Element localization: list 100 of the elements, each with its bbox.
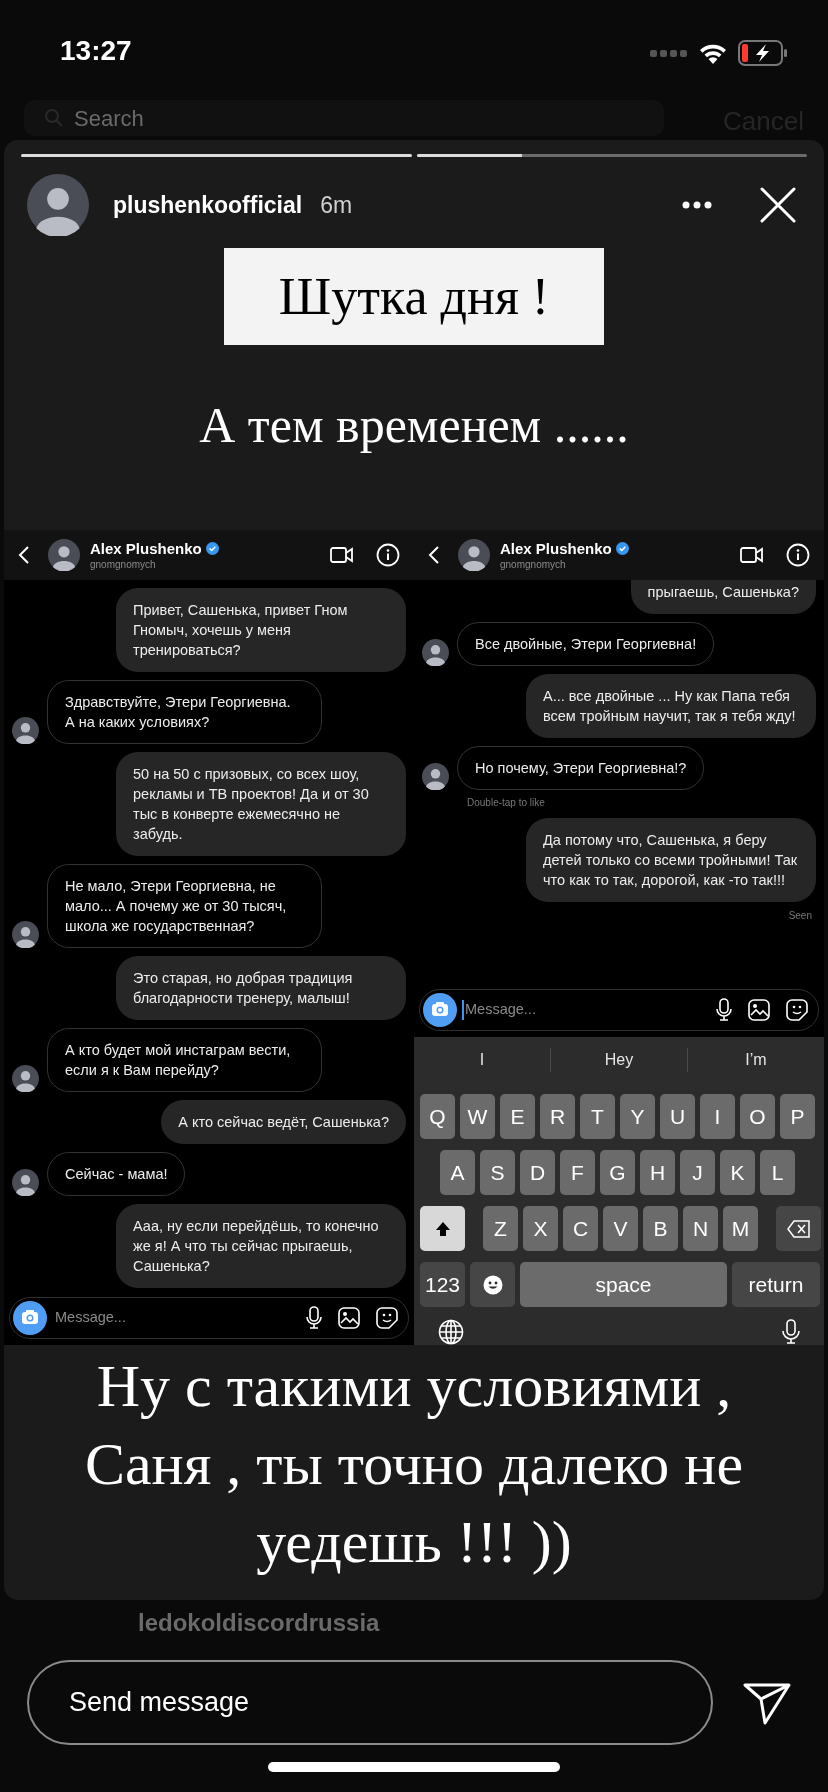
message-bubble: А кто сейчас ведёт, Сашенька? bbox=[161, 1100, 406, 1144]
keyboard-key[interactable]: Y bbox=[620, 1094, 655, 1139]
back-icon[interactable] bbox=[428, 545, 440, 565]
emoji-key[interactable] bbox=[470, 1262, 515, 1307]
subtitle-text: А тем временем ...... bbox=[198, 396, 630, 455]
more-icon[interactable] bbox=[682, 201, 712, 209]
camera-icon[interactable] bbox=[13, 1301, 47, 1335]
keyboard-key[interactable]: X bbox=[523, 1206, 558, 1251]
microphone-icon[interactable] bbox=[306, 1306, 322, 1330]
keyboard-key[interactable]: P bbox=[780, 1094, 815, 1139]
info-icon[interactable] bbox=[376, 543, 400, 567]
back-icon[interactable] bbox=[18, 545, 30, 565]
message-bubble: 50 на 50 с призовых, со всех шоу, рекламы и ТВ проектов! Да и от 30 тыс в конверте ежемесячно не забудь. bbox=[116, 752, 406, 856]
image-icon[interactable] bbox=[748, 999, 770, 1021]
title-label: Шутка дня ! bbox=[224, 248, 604, 345]
message-bubble: Привет, Сашенька, привет Гном Гномыч, хочешь у меня тренироваться? bbox=[116, 588, 406, 672]
info-icon[interactable] bbox=[786, 543, 810, 567]
avatar bbox=[27, 174, 89, 236]
contact-name: Alex Plushenko bbox=[500, 539, 612, 558]
video-call-icon[interactable] bbox=[330, 546, 354, 564]
image-icon[interactable] bbox=[338, 1307, 360, 1329]
message-bubble: прыгаешь, Сашенька? bbox=[630, 580, 816, 614]
keyboard-key[interactable]: A bbox=[440, 1150, 475, 1195]
sticker-icon[interactable] bbox=[376, 1307, 398, 1329]
video-call-icon[interactable] bbox=[740, 546, 764, 564]
wifi-icon bbox=[698, 42, 728, 64]
battery-icon bbox=[738, 40, 788, 66]
message-bubble: Здравствуйте, Этери Георгиевна. А на каких условиях? bbox=[47, 680, 322, 744]
suggestion[interactable]: I’m bbox=[745, 1048, 767, 1072]
keyboard-key[interactable]: H bbox=[640, 1150, 675, 1195]
avatar bbox=[422, 763, 449, 790]
message-input[interactable]: Message... bbox=[55, 1307, 306, 1329]
status-time: 13:27 bbox=[60, 34, 132, 68]
suggestion[interactable]: Hey bbox=[604, 1048, 634, 1072]
message-bubble: Все двойные, Этери Георгиевна! bbox=[457, 622, 715, 666]
microphone-icon[interactable] bbox=[782, 1319, 800, 1345]
send-message-field[interactable]: Send message bbox=[27, 1660, 713, 1745]
message-bubble: Но почему, Этери Георгиевна!? bbox=[457, 746, 705, 790]
keyboard-key[interactable]: V bbox=[603, 1206, 638, 1251]
username-text: ledokoldiscordrussia bbox=[138, 1608, 380, 1638]
search-placeholder: Search bbox=[74, 104, 144, 133]
keyboard-key[interactable]: T bbox=[580, 1094, 615, 1139]
avatar bbox=[12, 717, 39, 744]
avatar bbox=[422, 639, 449, 666]
avatar bbox=[12, 1065, 39, 1092]
shift-key[interactable] bbox=[420, 1206, 465, 1251]
microphone-icon[interactable] bbox=[716, 998, 732, 1022]
keyboard-key[interactable]: E bbox=[500, 1094, 535, 1139]
message-bubble: Это старая, но добрая традиция благодарности тренеру, малыш! bbox=[116, 956, 406, 1020]
delete-icon bbox=[786, 1219, 811, 1238]
message-bubble: Ааа, ну если перейдёшь, то конечно же я! А что ты сейчас прыгаешь, Сашенька? bbox=[116, 1204, 406, 1288]
contact-username: gnomgnomych bbox=[90, 557, 157, 571]
numbers-key[interactable]: 123 bbox=[420, 1262, 465, 1307]
smiley-icon bbox=[482, 1274, 503, 1295]
sticker-icon[interactable] bbox=[786, 999, 808, 1021]
avatar bbox=[48, 539, 80, 571]
keyboard-key[interactable]: J bbox=[680, 1150, 715, 1195]
avatar bbox=[12, 921, 39, 948]
keyboard-key[interactable]: M bbox=[723, 1206, 758, 1251]
message-bubble: А... все двойные ... Ну как Папа тебя всем тройным научит, так я тебя жду! bbox=[526, 674, 816, 738]
message-bubble: Не мало, Этери Георгиевна, не мало... А почему же от 30 тысяч, школа же государственная? bbox=[47, 864, 322, 948]
search-icon bbox=[44, 108, 64, 128]
keyboard-key[interactable]: O bbox=[740, 1094, 775, 1139]
camera-icon[interactable] bbox=[423, 993, 457, 1027]
contact-name: Alex Plushenko bbox=[90, 539, 202, 558]
keyboard-key[interactable]: U bbox=[660, 1094, 695, 1139]
search-field[interactable]: Search bbox=[24, 100, 664, 136]
keyboard-key[interactable]: G bbox=[600, 1150, 635, 1195]
avatar bbox=[458, 539, 490, 571]
keyboard-key[interactable]: C bbox=[563, 1206, 598, 1251]
keyboard-key[interactable]: S bbox=[480, 1150, 515, 1195]
keyboard-key[interactable]: Z bbox=[483, 1206, 518, 1251]
keyboard-key[interactable]: K bbox=[720, 1150, 755, 1195]
delete-key[interactable] bbox=[776, 1206, 821, 1251]
keyboard-key[interactable]: N bbox=[683, 1206, 718, 1251]
keyboard-key[interactable]: D bbox=[520, 1150, 555, 1195]
message-bubble: А кто будет мой инстаграм вести, если я к Вам перейду? bbox=[47, 1028, 322, 1092]
seen-label: Seen bbox=[788, 909, 812, 923]
keyboard-key[interactable]: B bbox=[643, 1206, 678, 1251]
keyboard-key[interactable]: L bbox=[760, 1150, 795, 1195]
keyboard-key[interactable]: I bbox=[700, 1094, 735, 1139]
message-input[interactable]: Message... bbox=[465, 999, 716, 1021]
hint-text: Double-tap to like bbox=[467, 796, 546, 810]
caption-text: Ну с такими условиями , Саня , ты точно далеко не уедешь !!! )) bbox=[83, 1352, 745, 1577]
message-bubble: Сейчас - мама! bbox=[47, 1152, 186, 1196]
message-bubble: Да потому что, Сашенька, я беру детей только со всеми тройными! Так что как то так, дорогой, как -то так!!! bbox=[526, 818, 816, 902]
keyboard-key[interactable]: R bbox=[540, 1094, 575, 1139]
keyboard-key[interactable]: W bbox=[460, 1094, 495, 1139]
story-username[interactable]: plushenkoofficial bbox=[113, 187, 303, 223]
avatar bbox=[12, 1169, 39, 1196]
return-key[interactable]: return bbox=[732, 1262, 820, 1307]
signal-icon bbox=[650, 49, 688, 57]
suggestion[interactable]: I bbox=[479, 1048, 485, 1072]
globe-icon[interactable] bbox=[438, 1319, 464, 1345]
story-time: 6m bbox=[320, 190, 353, 220]
contact-username: gnomgnomych bbox=[500, 557, 567, 571]
keyboard-key[interactable]: Q bbox=[420, 1094, 455, 1139]
keyboard-key[interactable]: F bbox=[560, 1150, 595, 1195]
close-icon[interactable] bbox=[760, 187, 796, 223]
space-key[interactable]: space bbox=[520, 1262, 727, 1307]
